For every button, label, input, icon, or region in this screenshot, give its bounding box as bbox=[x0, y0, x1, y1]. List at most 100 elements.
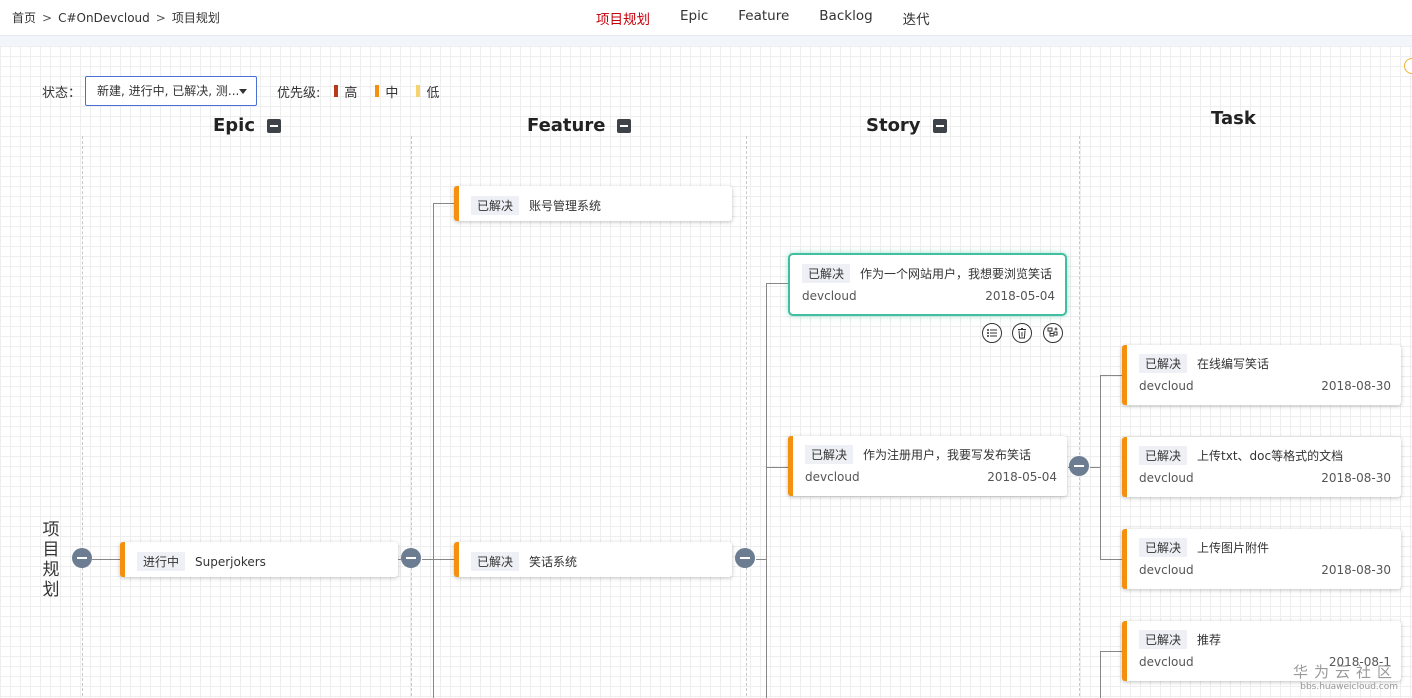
card-title: 上传图片附件 bbox=[1197, 541, 1270, 555]
status-filter-select[interactable]: 新建, 进行中, 已解决, 测... bbox=[85, 76, 258, 106]
tab-feature[interactable]: Feature bbox=[738, 8, 789, 28]
breadcrumb-separator: > bbox=[42, 11, 53, 25]
card-date: 2018-05-04 bbox=[985, 289, 1055, 303]
card-footer: devcloud 2018-08-30 bbox=[1139, 379, 1391, 393]
card-title: 上传txt、doc等格式的文档 bbox=[1197, 449, 1344, 463]
status-badge: 已解决 bbox=[1139, 354, 1188, 373]
task-card[interactable]: 已解决 上传图片附件 devcloud 2018-08-30 bbox=[1122, 529, 1401, 589]
watermark-url: bbs.huaweicloud.com bbox=[1300, 682, 1398, 692]
watermark: 华为云社区 bbs.huaweicloud.com bbox=[1293, 661, 1398, 692]
card-header: 已解决 推荐 bbox=[1139, 630, 1221, 649]
priority-low-marker bbox=[416, 85, 421, 97]
planning-canvas: 状态： 新建, 进行中, 已解决, 测... 优先级: 高 中 低 Epic F… bbox=[0, 46, 1412, 698]
priority-legend-high: 高 bbox=[334, 82, 357, 101]
column-divider bbox=[746, 136, 747, 698]
breadcrumb-item-home[interactable]: 首页 bbox=[12, 11, 36, 25]
connector-line bbox=[756, 559, 766, 560]
card-title: 作为一个网站用户，我想要浏览笑话 bbox=[860, 267, 1053, 281]
card-date: 2018-08-30 bbox=[1321, 563, 1391, 577]
status-badge: 已解决 bbox=[805, 445, 854, 464]
status-badge: 已解决 bbox=[802, 264, 851, 283]
column-header-task: Task bbox=[1211, 108, 1256, 129]
column-header-feature: Feature bbox=[527, 115, 632, 136]
card-footer: devcloud 2018-08-30 bbox=[1139, 563, 1391, 577]
tab-backlog[interactable]: Backlog bbox=[819, 8, 872, 28]
story-card-selected[interactable]: 已解决 作为一个网站用户，我想要浏览笑话 devcloud 2018-05-04 bbox=[788, 253, 1067, 316]
card-footer: devcloud 2018-08-30 bbox=[1139, 471, 1391, 485]
card-header: 已解决 账号管理系统 bbox=[471, 196, 601, 215]
card-owner: devcloud bbox=[1139, 563, 1194, 577]
connector-line bbox=[92, 559, 120, 560]
breadcrumb-item-project[interactable]: C#OnDevcloud bbox=[58, 11, 150, 25]
tab-iteration[interactable]: 迭代 bbox=[903, 8, 930, 28]
column-divider bbox=[411, 136, 412, 698]
card-title: 在线编写笑话 bbox=[1197, 357, 1270, 371]
epic-card[interactable]: 进行中 Superjokers bbox=[120, 542, 398, 577]
card-header: 已解决 作为注册用户，我要写发布笑话 bbox=[805, 445, 1031, 464]
column-divider bbox=[82, 136, 83, 698]
column-title-task: Task bbox=[1211, 108, 1256, 129]
card-owner: devcloud bbox=[1139, 379, 1194, 393]
top-bar: 首页 > C#OnDevcloud > 项目规划 项目规划 Epic Feature B… bbox=[0, 0, 1412, 36]
card-date: 2018-08-30 bbox=[1321, 471, 1391, 485]
connector-line bbox=[1090, 467, 1100, 468]
breadcrumb-separator: > bbox=[155, 11, 166, 25]
collapse-epic-node-button[interactable] bbox=[401, 548, 421, 568]
collapse-story-icon[interactable] bbox=[932, 118, 947, 133]
filter-bar: 状态： 新建, 进行中, 已解决, 测... 优先级: 高 中 低 bbox=[42, 76, 457, 106]
task-card[interactable]: 已解决 上传txt、doc等格式的文档 devcloud 2018-08-30 bbox=[1122, 437, 1401, 497]
caret-down-icon bbox=[239, 89, 248, 94]
priority-low-label: 低 bbox=[426, 85, 440, 101]
card-footer: devcloud 2018-05-04 bbox=[802, 289, 1055, 303]
status-badge: 已解决 bbox=[471, 196, 520, 215]
column-title-story: Story bbox=[866, 115, 921, 136]
collapse-feature-icon[interactable] bbox=[617, 118, 632, 133]
tab-epic[interactable]: Epic bbox=[680, 8, 708, 28]
list-icon[interactable] bbox=[982, 323, 1002, 343]
watermark-text: 华为云社区 bbox=[1292, 663, 1398, 681]
feature-card[interactable]: 已解决 账号管理系统 bbox=[454, 186, 732, 221]
feature-card[interactable]: 已解决 笑话系统 bbox=[454, 542, 732, 577]
status-filter-label: 状态： bbox=[42, 85, 82, 101]
card-title: 笑话系统 bbox=[529, 555, 578, 569]
card-title: 推荐 bbox=[1197, 633, 1222, 647]
connector-line bbox=[1100, 375, 1122, 376]
side-panel-icon[interactable] bbox=[1404, 58, 1412, 74]
status-filter-value: 新建, 进行中, 已解决, 测... bbox=[97, 84, 240, 98]
priority-legend-medium: 中 bbox=[375, 82, 398, 101]
collapse-root-button[interactable] bbox=[72, 548, 92, 568]
connector-line bbox=[766, 283, 767, 698]
tab-project-planning[interactable]: 项目规划 bbox=[596, 8, 650, 28]
story-card[interactable]: 已解决 作为注册用户，我要写发布笑话 devcloud 2018-05-04 bbox=[788, 436, 1067, 496]
card-title: 账号管理系统 bbox=[529, 199, 602, 213]
card-owner: devcloud bbox=[1139, 655, 1194, 669]
connector-line bbox=[766, 283, 788, 284]
connector-line bbox=[433, 203, 434, 698]
status-badge: 已解决 bbox=[1139, 446, 1188, 465]
collapse-epic-icon[interactable] bbox=[267, 118, 282, 133]
collapse-story-node-button[interactable] bbox=[1069, 456, 1089, 476]
column-header-story: Story bbox=[866, 115, 947, 136]
card-title: 作为注册用户，我要写发布笑话 bbox=[863, 448, 1032, 462]
column-divider bbox=[1079, 136, 1080, 698]
card-header: 已解决 上传图片附件 bbox=[1139, 538, 1269, 557]
trash-icon[interactable] bbox=[1012, 323, 1032, 343]
connector-line bbox=[1100, 375, 1101, 559]
connector-line bbox=[1100, 559, 1122, 560]
task-card[interactable]: 已解决 在线编写笑话 devcloud 2018-08-30 bbox=[1122, 345, 1401, 405]
column-title-epic: Epic bbox=[213, 115, 256, 136]
nav-tabs: 项目规划 Epic Feature Backlog 迭代 bbox=[596, 8, 960, 28]
column-header-epic: Epic bbox=[213, 115, 282, 136]
card-header: 进行中 Superjokers bbox=[137, 552, 266, 571]
card-owner: devcloud bbox=[1139, 471, 1194, 485]
add-child-icon[interactable] bbox=[1043, 323, 1063, 343]
priority-high-label: 高 bbox=[344, 85, 358, 101]
connector-line bbox=[1100, 651, 1101, 698]
card-header: 已解决 作为一个网站用户，我想要浏览笑话 bbox=[802, 264, 1052, 283]
status-badge: 已解决 bbox=[1139, 538, 1188, 557]
card-footer: devcloud 2018-05-04 bbox=[805, 470, 1057, 484]
priority-legend-low: 低 bbox=[416, 82, 439, 101]
connector-line bbox=[766, 467, 788, 468]
breadcrumb: 首页 > C#OnDevcloud > 项目规划 bbox=[12, 9, 220, 26]
collapse-feature-node-button[interactable] bbox=[735, 548, 755, 568]
